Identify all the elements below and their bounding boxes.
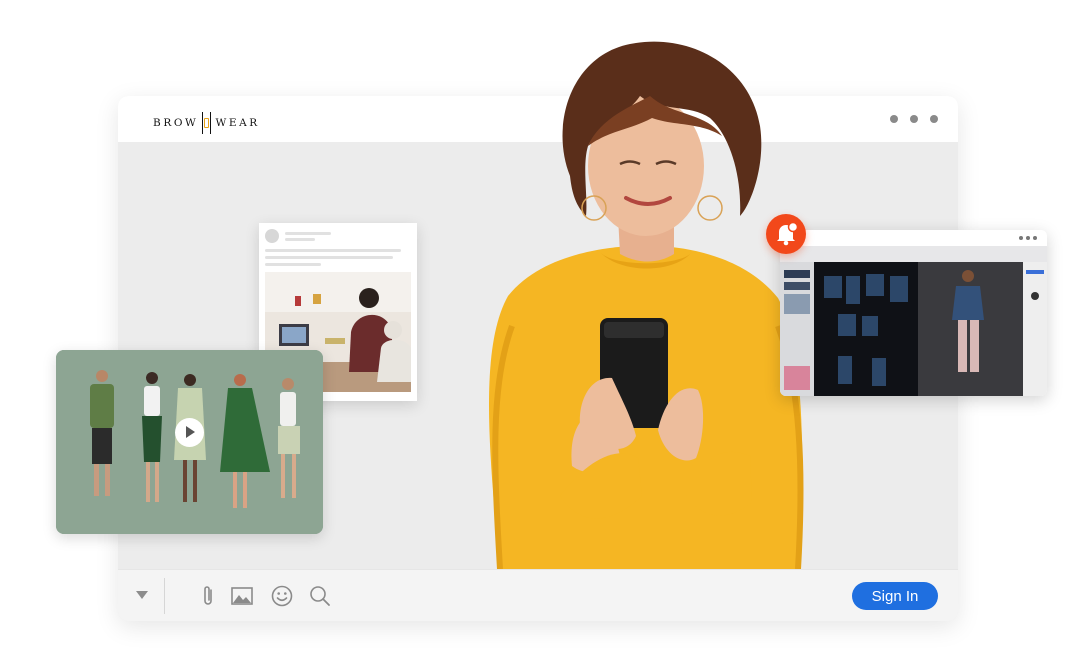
woman-with-phone-photo <box>489 41 804 569</box>
post-text-line <box>265 249 401 252</box>
bell-icon[interactable] <box>766 214 806 254</box>
more-options-icon[interactable] <box>1019 236 1037 240</box>
logo-mark <box>201 112 212 134</box>
video-preview-card[interactable] <box>56 350 323 534</box>
emoji-icon[interactable] <box>269 583 295 609</box>
image-icon[interactable] <box>229 583 255 609</box>
post-meta-line <box>285 238 315 241</box>
paperclip-icon[interactable] <box>196 583 222 609</box>
software-screenshot <box>780 246 1047 396</box>
message-toolbar: Sign In <box>118 569 958 621</box>
avatar <box>265 229 279 243</box>
search-icon[interactable] <box>307 583 333 609</box>
browzwear-logo: BROW WEAR <box>153 112 260 134</box>
logo-text-right: WEAR <box>215 117 260 129</box>
post-text-line <box>265 263 321 266</box>
sign-in-button[interactable]: Sign In <box>852 582 938 610</box>
post-text-line <box>265 256 393 259</box>
toolbar-divider <box>164 578 165 614</box>
hero-illustration: BROW WEAR Sign In <box>0 0 1082 651</box>
logo-text-left: BROW <box>153 117 199 129</box>
post-author-line <box>285 232 331 235</box>
play-icon[interactable] <box>175 418 204 447</box>
design-software-window[interactable] <box>780 230 1047 396</box>
more-options-icon[interactable] <box>890 115 938 123</box>
chevron-down-icon[interactable] <box>136 591 148 599</box>
bell-glyph <box>777 221 799 246</box>
